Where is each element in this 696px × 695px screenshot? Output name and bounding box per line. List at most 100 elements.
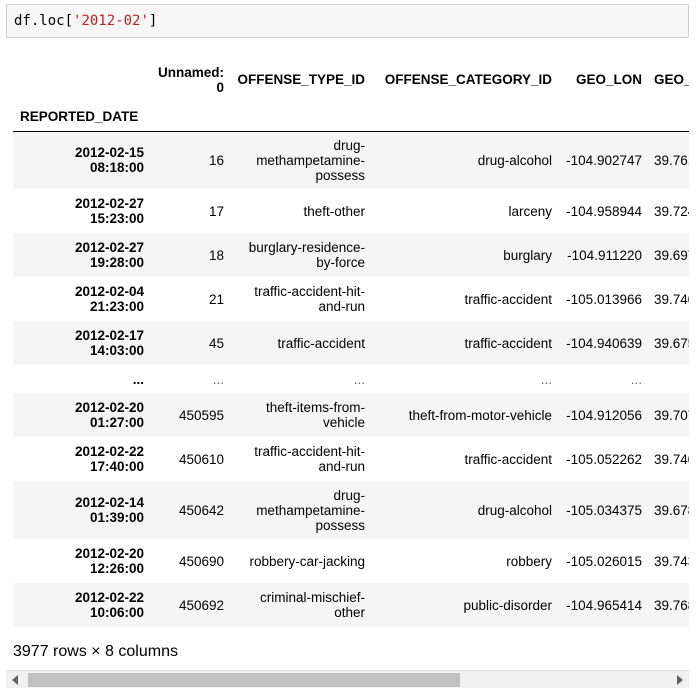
cell-geo-lon: -105.052262	[566, 451, 642, 467]
cell-offense-type: criminal-mischief-other	[259, 590, 365, 620]
table-row: 2012-02-17 14:03:00 45 traffic-accident traf…	[13, 321, 689, 365]
row-index: 2012-02-14 01:39:00	[13, 481, 150, 539]
cell-unnamed: 45	[208, 335, 224, 351]
table-row: 2012-02-20 01:27:00 450595 theft-items-from…	[13, 393, 689, 437]
code-cell-input[interactable]: df.loc['2012-02']	[6, 4, 689, 38]
cell-unnamed: 450692	[178, 597, 224, 613]
row-index-time: 12:26:00	[89, 561, 144, 576]
row-index-time: 01:27:00	[89, 415, 144, 430]
row-index: 2012-02-27 15:23:00	[13, 189, 150, 233]
row-index: 2012-02-20 01:27:00	[13, 393, 150, 437]
row-index: 2012-02-20 12:26:00	[13, 539, 150, 583]
ellipsis-cell: ...	[353, 371, 365, 387]
cell-geo-lon: -105.034375	[566, 502, 642, 518]
ellipsis-cell: ...	[540, 371, 552, 387]
cell-offense-category: robbery	[506, 553, 552, 569]
table-row: 2012-02-22 10:06:00 450692 criminal-mischie…	[13, 583, 689, 627]
row-index-time: 10:06:00	[89, 605, 144, 620]
column-header: GEO_L	[654, 72, 689, 87]
cell-geo-lat: 39.7072	[654, 407, 689, 423]
cell-unnamed: 450690	[178, 553, 224, 569]
row-index-time: 01:39:00	[89, 510, 144, 525]
table-row: 2012-02-20 12:26:00 450690 robbery-car-jack…	[13, 539, 689, 583]
table-row: 2012-02-14 01:39:00 450642 drug-methampetam…	[13, 481, 689, 539]
cell-unnamed: 18	[208, 247, 224, 263]
cell-offense-category: theft-from-motor-vehicle	[408, 407, 552, 423]
row-index: 2012-02-04 21:23:00	[13, 277, 150, 321]
cell-geo-lon: -104.912056	[566, 407, 642, 423]
table-row: 2012-02-04 21:23:00 21 traffic-accident-hit…	[13, 277, 689, 321]
table-row: 2012-02-27 19:28:00 18 burglary-residence-b…	[13, 233, 689, 277]
cell-unnamed: 16	[208, 152, 224, 168]
cell-offense-type: traffic-accident-hit-and-run	[254, 284, 365, 314]
cell-offense-type: robbery-car-jacking	[249, 553, 365, 569]
ellipsis-cell: ...	[630, 371, 642, 387]
cell-unnamed: 450642	[178, 502, 224, 518]
row-index: 2012-02-15 08:18:00	[13, 131, 150, 189]
row-index: 2012-02-17 14:03:00	[13, 321, 150, 365]
column-header: Unnamed: 0	[157, 64, 224, 95]
column-header-row: Unnamed: 0 OFFENSE_TYPE_ID OFFENSE_CATEG…	[13, 56, 689, 103]
cell-offense-type: drug-methampetamine-possess	[256, 137, 365, 183]
cell-geo-lon: -104.940639	[566, 335, 642, 351]
scroll-right-arrow-icon[interactable]	[677, 675, 683, 685]
cell-geo-lat: 39.7401	[654, 451, 689, 467]
index-name-row: REPORTED_DATE	[13, 103, 689, 132]
code-string-arg: '2012-02'	[73, 13, 149, 29]
cell-unnamed: 17	[208, 203, 224, 219]
output-area: Unnamed: 0 OFFENSE_TYPE_ID OFFENSE_CATEG…	[13, 56, 689, 631]
row-index-date: 2012-02-20	[74, 546, 144, 561]
cell-offense-type: burglary-residence-by-force	[248, 240, 365, 270]
cell-offense-category: traffic-accident	[464, 451, 552, 467]
cell-geo-lon: -104.965414	[566, 597, 642, 613]
column-header: OFFENSE_CATEGORY_ID	[384, 72, 552, 87]
row-index-date: 2012-02-17	[74, 328, 144, 343]
row-index-date: 2012-02-27	[74, 240, 144, 255]
cell-unnamed: 450610	[178, 451, 224, 467]
cell-geo-lat: 39.7404	[654, 291, 689, 307]
cell-geo-lat: 39.7682	[654, 597, 689, 613]
scrollbar-thumb[interactable]	[28, 673, 460, 687]
cell-geo-lat: 39.6757	[654, 335, 689, 351]
cell-geo-lat: 39.7619	[654, 152, 689, 168]
ellipsis-cell: ...	[212, 371, 224, 387]
shape-summary: 3977 rows × 8 columns	[13, 643, 178, 660]
cell-offense-category: drug-alcohol	[477, 502, 552, 518]
cell-geo-lat: 39.6975	[654, 247, 689, 263]
cell-unnamed: 21	[208, 291, 224, 307]
cell-offense-type: drug-methampetamine-possess	[256, 487, 365, 533]
table-row: 2012-02-27 15:23:00 17 theft-other larceny -1…	[13, 189, 689, 233]
cell-geo-lon: -104.958944	[566, 203, 642, 219]
column-header: OFFENSE_TYPE_ID	[237, 72, 365, 87]
row-index-date: 2012-02-22	[74, 590, 144, 605]
cell-offense-type: traffic-accident-hit-and-run	[254, 444, 365, 474]
cell-geo-lon: -105.026015	[566, 553, 642, 569]
code-prefix: df.loc[	[14, 13, 74, 29]
row-index-date: 2012-02-20	[74, 400, 144, 415]
cell-geo-lon: -104.911220	[567, 247, 642, 263]
cell-offense-category: public-disorder	[463, 597, 552, 613]
cell-offense-type: traffic-accident	[277, 335, 365, 351]
horizontal-scrollbar[interactable]	[6, 670, 689, 688]
ellipsis-row: ..................	[13, 365, 689, 393]
cell-geo-lon: -105.013966	[566, 291, 642, 307]
cell-geo-lat: 39.7243	[654, 203, 689, 219]
dataframe-table: Unnamed: 0 OFFENSE_TYPE_ID OFFENSE_CATEG…	[13, 56, 689, 627]
column-header: GEO_LON	[575, 72, 642, 87]
table-row: 2012-02-22 17:40:00 450610 traffic-accident…	[13, 437, 689, 481]
row-index-date: 2012-02-15	[74, 145, 144, 161]
row-index-time: 17:40:00	[89, 459, 144, 474]
cell-unnamed: 450595	[178, 407, 224, 423]
cell-geo-lon: -104.902747	[566, 152, 642, 168]
cell-geo-lat: 39.7438	[654, 553, 689, 569]
cell-offense-category: drug-alcohol	[477, 152, 552, 168]
table-row: 2012-02-15 08:18:00 16 drug-methampetamine-…	[13, 131, 689, 189]
ellipsis-cell: ...	[648, 365, 689, 393]
index-name: REPORTED_DATE	[13, 103, 150, 132]
row-index-date: 2012-02-04	[74, 284, 144, 299]
cell-offense-type: theft-other	[303, 203, 365, 219]
row-index-date: 2012-02-27	[74, 196, 144, 211]
row-index: 2012-02-22 10:06:00	[13, 583, 150, 627]
cell-offense-category: traffic-accident	[464, 335, 552, 351]
scroll-left-arrow-icon[interactable]	[12, 675, 18, 685]
